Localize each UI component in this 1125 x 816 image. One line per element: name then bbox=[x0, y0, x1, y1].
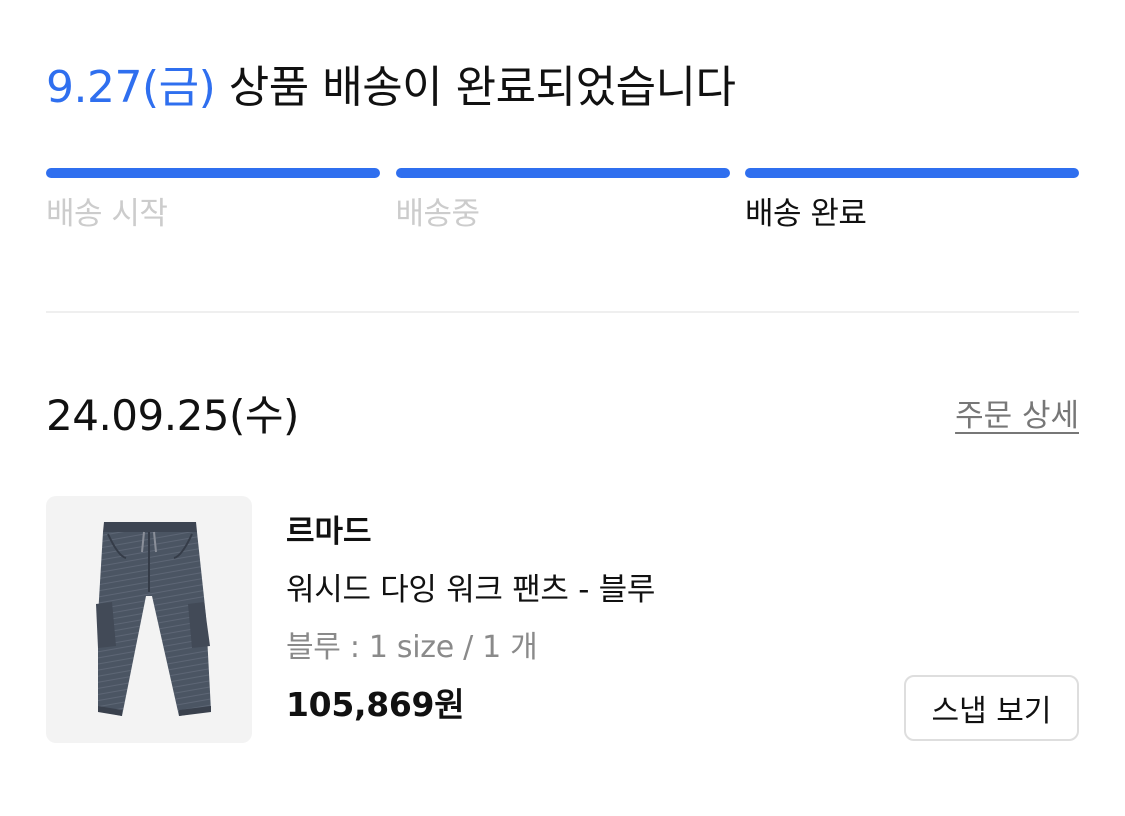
section-divider bbox=[46, 311, 1079, 313]
progress-step-in-transit: 배송중 bbox=[395, 168, 730, 232]
product-thumbnail[interactable] bbox=[46, 496, 252, 743]
delivery-status-title: 9.27(금) 상품 배송이 완료되었습니다 bbox=[46, 58, 736, 118]
delivery-date: 9.27(금) bbox=[46, 62, 216, 113]
product-price: 105,869원 bbox=[286, 685, 465, 724]
progress-label-in-transit: 배송중 bbox=[395, 196, 481, 232]
order-date: 24.09.25(수) bbox=[46, 391, 299, 440]
progress-bar-in-transit bbox=[395, 168, 730, 178]
order-detail-link[interactable]: 주문 상세 bbox=[955, 394, 1079, 438]
product-brand[interactable]: 르마드 bbox=[286, 512, 372, 552]
delivery-message: 상품 배송이 완료되었습니다 bbox=[228, 62, 736, 113]
product-option: 블루 : 1 size / 1 개 bbox=[286, 630, 538, 665]
delivery-progress: 배송 시작 배송중 배송 완료 bbox=[46, 168, 1079, 232]
progress-label-delivered: 배송 완료 bbox=[745, 196, 867, 232]
pants-product-image bbox=[96, 522, 211, 716]
snap-view-button[interactable]: 스냅 보기 bbox=[904, 675, 1079, 741]
progress-step-started: 배송 시작 bbox=[46, 168, 380, 232]
progress-bar-delivered bbox=[745, 168, 1079, 178]
progress-bar-started bbox=[46, 168, 380, 178]
product-name[interactable]: 워시드 다잉 워크 팬츠 - 블루 bbox=[286, 570, 655, 610]
progress-label-started: 배송 시작 bbox=[46, 196, 168, 232]
progress-step-delivered: 배송 완료 bbox=[745, 168, 1079, 232]
